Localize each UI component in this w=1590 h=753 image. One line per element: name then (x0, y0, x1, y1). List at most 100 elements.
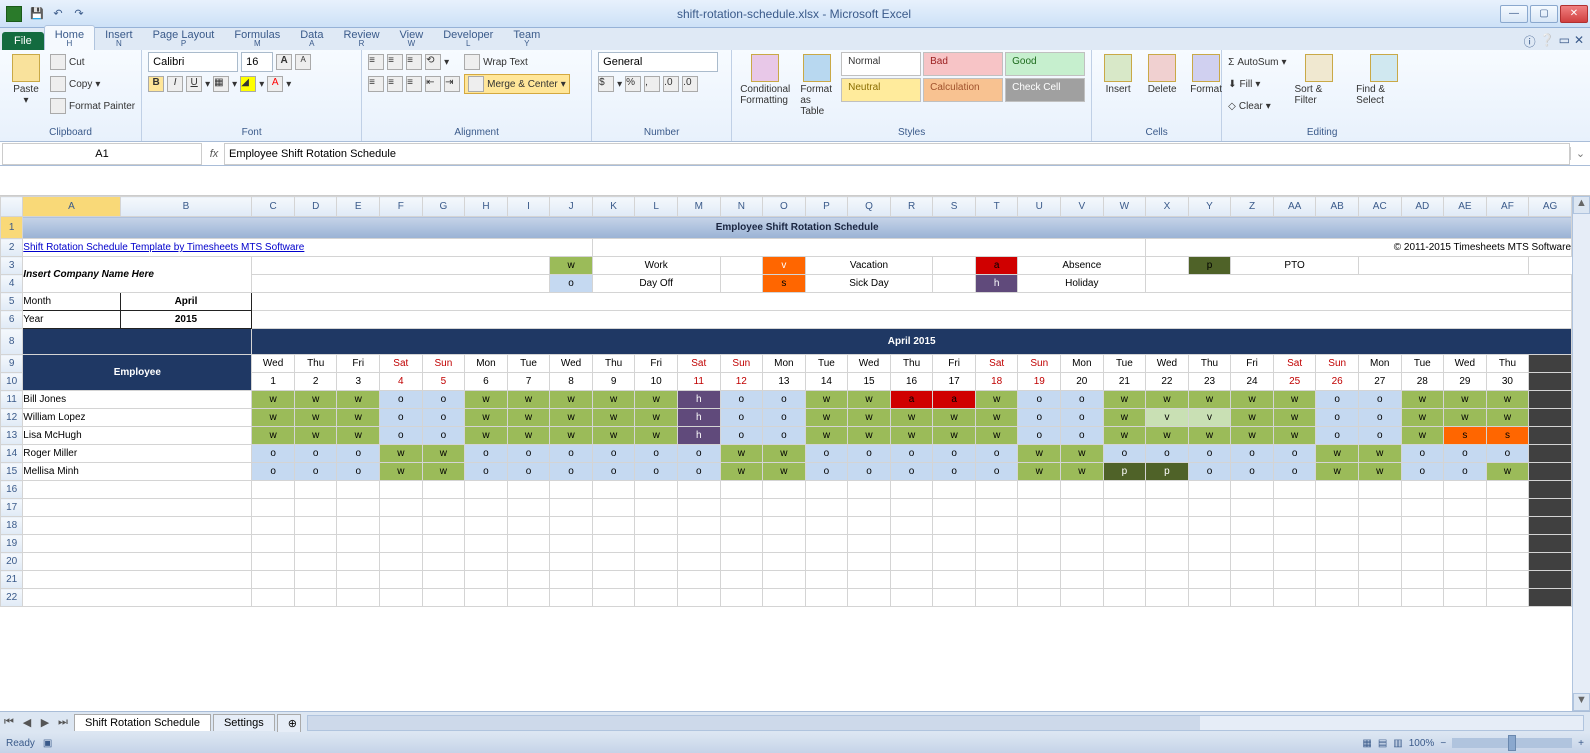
fill-color-button[interactable]: ◢ (240, 76, 256, 92)
col-header[interactable]: G (422, 197, 465, 217)
currency-icon[interactable]: $ (598, 76, 614, 92)
shift-cell[interactable]: o (720, 391, 763, 409)
shift-cell[interactable]: p (1103, 463, 1146, 481)
shift-cell[interactable]: o (677, 463, 720, 481)
shift-cell[interactable]: w (252, 409, 295, 427)
shift-cell[interactable]: o (294, 445, 337, 463)
shift-cell[interactable]: w (465, 427, 508, 445)
shift-cell[interactable]: w (294, 391, 337, 409)
font-name-select[interactable] (148, 52, 238, 72)
redo-icon[interactable]: ↷ (70, 5, 88, 23)
shift-cell[interactable]: w (805, 409, 848, 427)
col-header[interactable]: C (252, 197, 295, 217)
increase-decimal-icon[interactable]: .0 (663, 76, 679, 92)
sheet-tab-active[interactable]: Shift Rotation Schedule (74, 714, 211, 731)
undo-icon[interactable]: ↶ (49, 5, 67, 23)
new-sheet-button[interactable]: ⊕ (277, 714, 301, 732)
shift-cell[interactable]: o (975, 463, 1018, 481)
shift-cell[interactable]: o (1273, 445, 1316, 463)
shift-cell[interactable]: w (1486, 463, 1529, 481)
format-painter-button[interactable]: Format Painter (50, 96, 135, 116)
minimize-button[interactable]: — (1500, 5, 1528, 23)
shift-cell[interactable]: h (677, 391, 720, 409)
shift-cell[interactable]: o (1061, 427, 1104, 445)
shift-cell[interactable]: p (1146, 463, 1189, 481)
shift-cell[interactable]: o (507, 445, 550, 463)
shift-cell[interactable]: o (1018, 391, 1061, 409)
shift-cell[interactable]: w (337, 427, 380, 445)
col-header[interactable]: D (294, 197, 337, 217)
worksheet-grid[interactable]: ABCDEFGHIJKLMNOPQRSTUVWXYZAAABACADAEAFAG… (0, 196, 1590, 711)
shift-cell[interactable]: o (1188, 445, 1231, 463)
shift-cell[interactable]: w (422, 445, 465, 463)
shift-cell[interactable]: w (635, 409, 678, 427)
shift-cell[interactable]: w (1486, 391, 1529, 409)
shift-cell[interactable]: w (635, 427, 678, 445)
next-sheet-icon[interactable]: ▶ (36, 716, 54, 729)
shift-cell[interactable]: w (805, 427, 848, 445)
first-sheet-icon[interactable]: ⏮ (0, 716, 18, 729)
shift-cell[interactable]: w (1188, 427, 1231, 445)
close-button[interactable]: ✕ (1560, 5, 1588, 23)
font-color-button[interactable]: A (267, 76, 283, 92)
shift-cell[interactable]: w (1358, 463, 1401, 481)
col-header[interactable]: F (380, 197, 423, 217)
shift-cell[interactable]: o (550, 463, 593, 481)
month-value[interactable]: April (120, 293, 252, 311)
fill-button[interactable]: ⬇ Fill▾ (1228, 74, 1286, 94)
tab-review[interactable]: ReviewR (333, 26, 389, 50)
shift-cell[interactable]: o (1444, 445, 1487, 463)
shift-cell[interactable]: o (465, 445, 508, 463)
shift-cell[interactable]: w (1316, 445, 1359, 463)
last-sheet-icon[interactable]: ⏭ (54, 716, 72, 729)
view-layout-icon[interactable]: ▤ (1378, 738, 1387, 749)
shift-cell[interactable]: o (890, 445, 933, 463)
employee-name[interactable]: Roger Miller (23, 445, 252, 463)
orientation-icon[interactable]: ⟲ (425, 54, 441, 70)
shift-cell[interactable]: o (380, 391, 423, 409)
shift-cell[interactable]: o (1444, 463, 1487, 481)
sort-filter-button[interactable]: Sort & Filter (1291, 52, 1349, 108)
decrease-indent-icon[interactable]: ⇤ (425, 76, 441, 92)
shift-cell[interactable]: o (635, 445, 678, 463)
col-header[interactable]: I (507, 197, 550, 217)
shift-cell[interactable]: w (1231, 427, 1274, 445)
col-header[interactable]: Q (848, 197, 891, 217)
border-button[interactable]: ▦ (213, 76, 229, 92)
shift-cell[interactable]: o (1316, 409, 1359, 427)
copy-button[interactable]: Copy▾ (50, 74, 135, 94)
style-good[interactable]: Good (1005, 52, 1085, 76)
shift-cell[interactable]: o (1146, 445, 1189, 463)
shift-cell[interactable]: o (337, 445, 380, 463)
employee-name[interactable]: Bill Jones (23, 391, 252, 409)
shift-cell[interactable]: w (592, 427, 635, 445)
col-header[interactable]: AF (1486, 197, 1529, 217)
shift-cell[interactable]: o (1401, 445, 1444, 463)
shift-cell[interactable]: o (1358, 391, 1401, 409)
col-header[interactable]: AG (1529, 197, 1572, 217)
shift-cell[interactable]: w (1273, 391, 1316, 409)
shift-cell[interactable]: w (252, 391, 295, 409)
shift-cell[interactable]: o (805, 445, 848, 463)
save-icon[interactable]: 💾 (28, 5, 46, 23)
shift-cell[interactable]: o (848, 463, 891, 481)
format-cells-button[interactable]: Format (1186, 52, 1226, 97)
shift-cell[interactable]: o (805, 463, 848, 481)
col-header[interactable]: AD (1401, 197, 1444, 217)
zoom-level[interactable]: 100% (1409, 738, 1435, 749)
underline-button[interactable]: U (186, 76, 202, 92)
shift-cell[interactable]: o (294, 463, 337, 481)
zoom-in-icon[interactable]: + (1578, 738, 1584, 749)
shift-cell[interactable]: o (1231, 463, 1274, 481)
shift-cell[interactable]: o (1273, 463, 1316, 481)
shift-cell[interactable]: w (592, 391, 635, 409)
shift-cell[interactable]: w (252, 427, 295, 445)
shift-cell[interactable]: o (720, 427, 763, 445)
shift-cell[interactable]: w (1358, 445, 1401, 463)
shift-cell[interactable]: o (252, 445, 295, 463)
shift-cell[interactable]: w (465, 391, 508, 409)
shift-cell[interactable]: w (1444, 391, 1487, 409)
shift-cell[interactable]: w (1401, 391, 1444, 409)
paste-button[interactable]: Paste▾ (6, 52, 46, 108)
tab-view[interactable]: ViewW (390, 26, 434, 50)
